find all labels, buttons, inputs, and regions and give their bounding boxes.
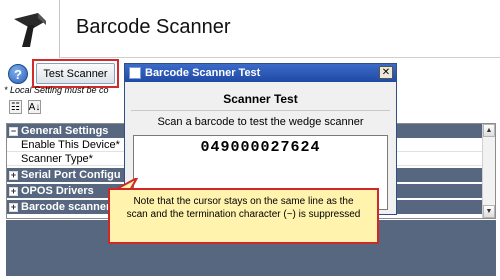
dialog-titlebar[interactable]: Barcode Scanner Test: [125, 64, 396, 82]
barcode-scanner-icon: [0, 0, 60, 58]
dialog-divider: [131, 110, 390, 111]
dialog-heading: Scanner Test: [223, 92, 298, 106]
scroll-up-icon[interactable]: ▲: [483, 124, 495, 137]
window-icon: [129, 67, 141, 79]
grid-toolbar: ☷ A↓: [9, 100, 41, 114]
collapse-icon[interactable]: −: [9, 126, 18, 136]
scan-value: 049000027624: [200, 139, 321, 156]
expand-icon[interactable]: +: [9, 202, 18, 212]
expand-icon[interactable]: +: [9, 186, 18, 196]
header-divider: [60, 57, 500, 58]
test-scanner-button[interactable]: Test Scanner: [36, 63, 115, 84]
dialog-title: Barcode Scanner Test: [145, 67, 261, 79]
alphabetical-sort-icon[interactable]: A↓: [28, 100, 41, 114]
close-icon[interactable]: ✕: [379, 66, 393, 79]
local-setting-note: * Local Setting must be co: [4, 85, 109, 95]
scroll-down-icon[interactable]: ▼: [483, 205, 495, 218]
dialog-instruction: Scan a barcode to test the wedge scanner: [157, 116, 364, 128]
vertical-scrollbar[interactable]: ▲ ▼: [482, 124, 495, 218]
note-callout: Note that the cursor stays on the same l…: [108, 188, 379, 244]
expand-icon[interactable]: +: [9, 170, 18, 180]
help-icon[interactable]: ?: [8, 64, 28, 84]
page-title: Barcode Scanner: [76, 16, 231, 38]
categorized-view-icon[interactable]: ☷: [9, 100, 22, 114]
